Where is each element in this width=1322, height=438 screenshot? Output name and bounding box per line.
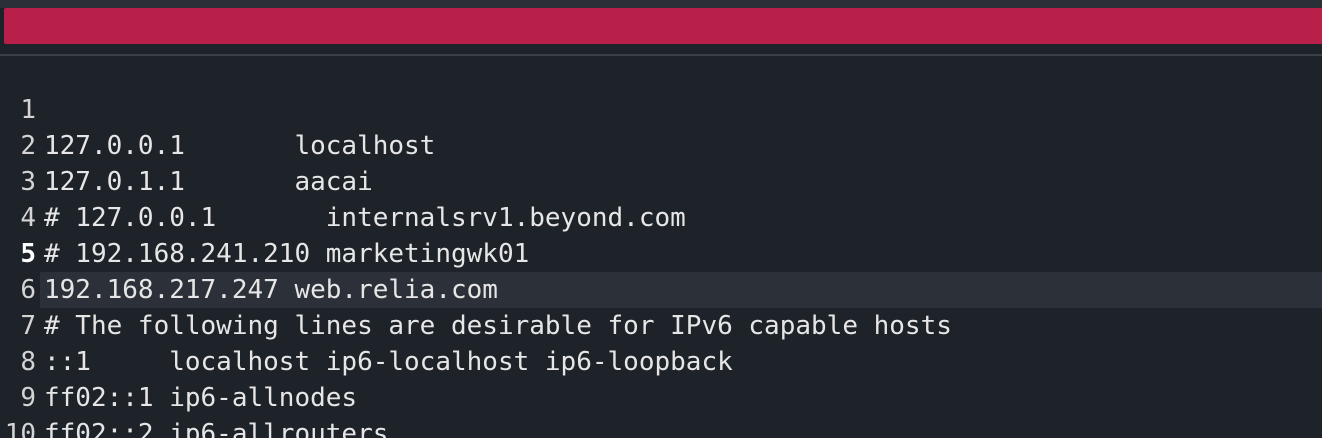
line-number: 10 xyxy=(4,419,36,438)
editor-line-10[interactable]: 10 xyxy=(0,380,1322,438)
editor-line-4[interactable]: 4 # 192.168.241.210 marketingwk01 xyxy=(0,164,1322,269)
line-text[interactable]: ff02::2 ip6-allrouters xyxy=(40,416,1322,438)
editor-line-9[interactable]: 9 ff02::2 ip6-allrouters xyxy=(0,344,1322,438)
editor-window: 1 127.0.0.1 localhost 2 127.0.1.1 aacai … xyxy=(0,0,1322,438)
editor-line-2[interactable]: 2 127.0.1.1 aacai xyxy=(0,92,1322,197)
editor-line-5-current[interactable]: 5 192.168.217.247 web.relia.com xyxy=(0,200,1322,308)
editor-line-7[interactable]: 7 ::1 localhost ip6-localhost ip6-loopba… xyxy=(0,272,1322,377)
title-bar[interactable] xyxy=(4,8,1322,44)
window-top-strip xyxy=(0,0,1322,8)
text-editor-area[interactable]: 1 127.0.0.1 localhost 2 127.0.1.1 aacai … xyxy=(0,56,1322,438)
editor-line-1[interactable]: 1 127.0.0.1 localhost xyxy=(0,56,1322,161)
editor-line-6[interactable]: 6 # The following lines are desirable fo… xyxy=(0,236,1322,341)
editor-line-8[interactable]: 8 ff02::1 ip6-allnodes xyxy=(0,308,1322,413)
editor-line-3[interactable]: 3 # 127.0.0.1 internalsrv1.beyond.com xyxy=(0,128,1322,233)
